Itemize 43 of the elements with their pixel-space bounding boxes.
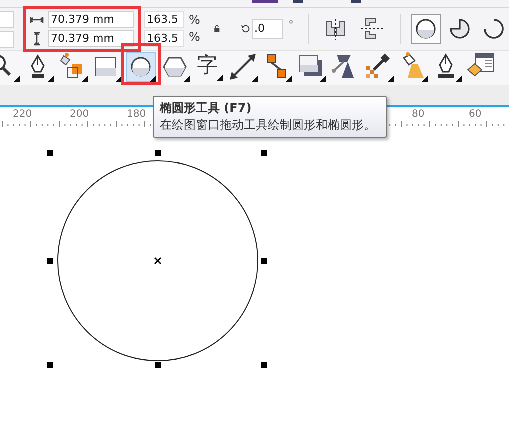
rotation-field[interactable]: .0 [252,19,283,39]
circle-icon [414,18,437,40]
height-field[interactable]: 70.379 mm [48,30,134,47]
input-field[interactable] [0,10,14,28]
eyedropper-icon [364,52,394,82]
mirror-vertical-icon [360,17,384,41]
selection-handle[interactable] [261,362,267,368]
selection-handle[interactable] [47,362,53,368]
percent-label: % [189,29,200,46]
selection-handle[interactable] [261,150,267,156]
tool-button[interactable] [228,52,258,82]
ruler-label: 60 [469,109,482,120]
ruler-label: 220 [13,109,32,120]
corner-triangle-icon [217,74,223,80]
tool-button[interactable] [58,52,88,82]
arc-icon [482,18,505,40]
selection-handle[interactable] [155,150,161,156]
tool-button[interactable] [364,52,394,82]
tool-button[interactable] [126,52,156,82]
input-field[interactable] [0,30,14,48]
selection-handle[interactable] [155,362,161,368]
tooltip-title: 椭圆形工具 (F7) [160,100,253,117]
mirror-horizontal-icon [324,17,348,41]
center-mark [154,257,162,265]
ruler-label: 80 [412,109,425,120]
tooltip-text: 在绘图窗口拖动工具绘制圆形和椭圆形。 [160,117,377,134]
width-field[interactable]: 70.379 mm [48,11,134,28]
ruler-label: 200 [70,109,90,120]
scale-field[interactable]: 163.5 [144,11,184,28]
selection-handle[interactable] [47,150,53,156]
ellipse-mode-button[interactable] [410,14,441,44]
lock-icon [214,23,221,35]
scale-field[interactable]: 163.5 [144,30,184,47]
selection-handle[interactable] [47,258,53,264]
ruler-label: 180 [127,109,146,120]
pie-icon [448,18,471,40]
width-icon [30,14,44,24]
tool-button[interactable]: 字 [194,52,224,82]
selection-handle[interactable] [261,258,267,264]
fill-icon [58,52,88,82]
percent-label: % [189,12,200,29]
degree-label: ° [288,20,294,31]
dimension-arrow-icon [228,52,258,82]
